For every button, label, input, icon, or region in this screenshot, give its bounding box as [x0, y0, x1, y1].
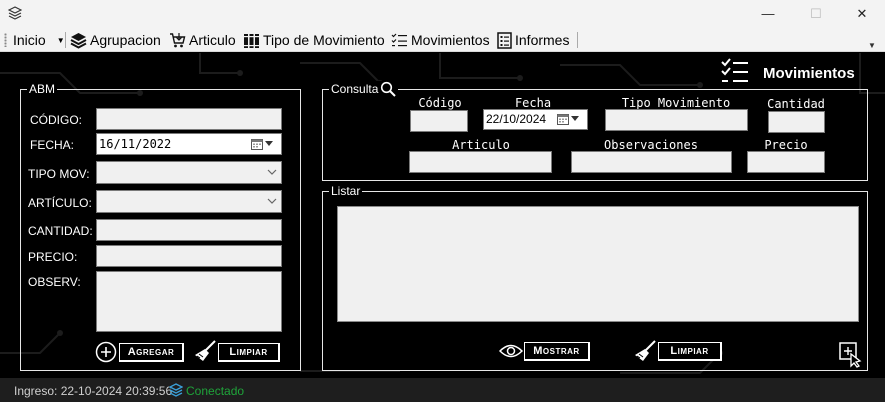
listar-group: Listar Mostrar Limpiar — [322, 183, 868, 371]
plus-circle-icon[interactable] — [95, 341, 117, 363]
listar-legend: Listar — [329, 183, 363, 199]
consulta-cantidad-label: Cantidad — [767, 97, 825, 111]
consulta-codigo-input[interactable] — [410, 110, 468, 132]
codigo-input[interactable] — [96, 108, 282, 130]
precio-input[interactable] — [96, 245, 282, 267]
layers-icon — [70, 32, 87, 49]
articulo-label: ARTÍCULO: — [28, 196, 92, 210]
fecha-label: FECHA: — [30, 138, 75, 152]
codigo-label: CÓDIGO: — [30, 113, 83, 127]
status-bar: Ingreso: 22-10-2024 20:39:56 Conectado — [0, 378, 885, 402]
consulta-fecha-value: 22/10/2024 — [486, 112, 547, 126]
menu-separator — [65, 32, 66, 48]
menu-bar: Inicio ▼ Agrupacion Articulo Tipo de Mov… — [0, 27, 885, 52]
consulta-codigo-label: Código — [418, 96, 462, 110]
minimize-button[interactable]: — — [745, 0, 791, 27]
menu-tipo-movimiento[interactable]: Tipo de Movimiento — [243, 30, 385, 50]
menu-separator — [577, 32, 578, 48]
eye-icon[interactable] — [499, 343, 523, 359]
cart-icon — [170, 32, 186, 47]
books-icon — [244, 33, 259, 48]
search-icon[interactable] — [380, 81, 397, 97]
menu-agrupacion[interactable]: Agrupacion — [70, 30, 161, 50]
consulta-cantidad-input[interactable] — [768, 111, 825, 133]
consulta-group: Consulta Código Fecha Tipo Movimiento Ca… — [322, 81, 868, 181]
limpiar-listar-button[interactable]: Limpiar — [658, 342, 722, 361]
login-timestamp: Ingreso: 22-10-2024 20:39:56 — [14, 384, 173, 398]
movimientos-header-icon — [721, 58, 748, 82]
fecha-datepicker[interactable]: 16/11/2022 — [96, 133, 282, 155]
consulta-articulo-label: Articulo — [452, 138, 510, 152]
menu-movimientos-label: Movimientos — [411, 32, 490, 48]
consulta-articulo-input[interactable] — [409, 151, 552, 173]
cantidad-input[interactable] — [96, 219, 282, 241]
limpiar-abm-button[interactable]: Limpiar — [218, 343, 280, 362]
agregar-button[interactable]: Agregar — [119, 343, 184, 362]
abm-legend: ABM — [27, 81, 58, 97]
consulta-observaciones-input[interactable] — [571, 151, 732, 173]
menu-informes[interactable]: Informes — [497, 30, 569, 50]
consulta-precio-input[interactable] — [747, 151, 825, 173]
menu-movimientos[interactable]: Movimientos — [391, 30, 490, 50]
app-window: — ☐ ✕ Inicio ▼ Agrupacion Articulo Tipo … — [0, 0, 885, 402]
calendar-icon[interactable] — [251, 137, 279, 151]
results-grid[interactable] — [337, 206, 859, 322]
chevron-down-icon — [263, 162, 281, 182]
mostrar-button[interactable]: Mostrar — [524, 342, 590, 361]
database-connection-icon — [169, 383, 183, 397]
app-logo-icon — [8, 6, 22, 20]
close-button[interactable]: ✕ — [839, 0, 885, 27]
observ-label: OBSERV: — [28, 275, 81, 289]
menu-articulo-label: Articulo — [189, 32, 236, 48]
consulta-tipo-movimiento-input[interactable] — [605, 109, 748, 131]
abm-group: ABM CÓDIGO: FECHA: 16/11/2022 TIPO MOV: … — [20, 81, 301, 371]
consulta-observaciones-label: Observaciones — [604, 138, 698, 152]
maximize-button[interactable]: ☐ — [793, 0, 839, 27]
consulta-fecha-label: Fecha — [514, 96, 552, 110]
cantidad-label: CANTIDAD: — [28, 224, 93, 238]
export-cursor-icon[interactable] — [839, 342, 865, 368]
broom-icon[interactable] — [633, 339, 657, 363]
consulta-legend: Consulta — [329, 81, 399, 97]
dropdown-arrow-icon: ▼ — [56, 35, 65, 45]
menu-inicio[interactable]: Inicio ▼ — [13, 30, 65, 50]
menu-agrupacion-label: Agrupacion — [90, 32, 161, 48]
tipo-mov-select[interactable] — [96, 161, 282, 184]
menu-inicio-label: Inicio — [13, 32, 46, 48]
broom-icon[interactable] — [193, 339, 217, 363]
fecha-value: 16/11/2022 — [99, 137, 172, 151]
tipo-mov-label: TIPO MOV: — [28, 167, 90, 181]
main-panel: Movimientos ABM CÓDIGO: FECHA: 16/11/202… — [0, 53, 885, 378]
precio-label: PRECIO: — [28, 250, 78, 264]
consulta-tipo-movimiento-label: Tipo Movimiento — [621, 96, 731, 110]
menu-informes-label: Informes — [515, 32, 570, 48]
title-bar: — ☐ ✕ — [0, 0, 885, 27]
toolbar-grip[interactable] — [4, 33, 7, 47]
consulta-legend-label: Consulta — [331, 82, 379, 96]
calendar-icon[interactable] — [557, 112, 585, 126]
observ-textarea[interactable] — [96, 271, 282, 332]
report-icon — [497, 31, 512, 49]
consulta-precio-label: Precio — [764, 138, 808, 152]
connection-status: Conectado — [186, 384, 245, 398]
toolbar-overflow-icon[interactable]: ▼ — [866, 30, 878, 50]
menu-tipo-movimiento-label: Tipo de Movimiento — [263, 32, 385, 48]
page-title: Movimientos — [763, 65, 855, 82]
articulo-select[interactable] — [96, 190, 282, 213]
chevron-down-icon — [263, 191, 281, 211]
menu-articulo[interactable]: Articulo — [169, 30, 236, 50]
consulta-fecha-datepicker[interactable]: 22/10/2024 — [483, 109, 588, 130]
checklist-icon — [391, 33, 407, 46]
